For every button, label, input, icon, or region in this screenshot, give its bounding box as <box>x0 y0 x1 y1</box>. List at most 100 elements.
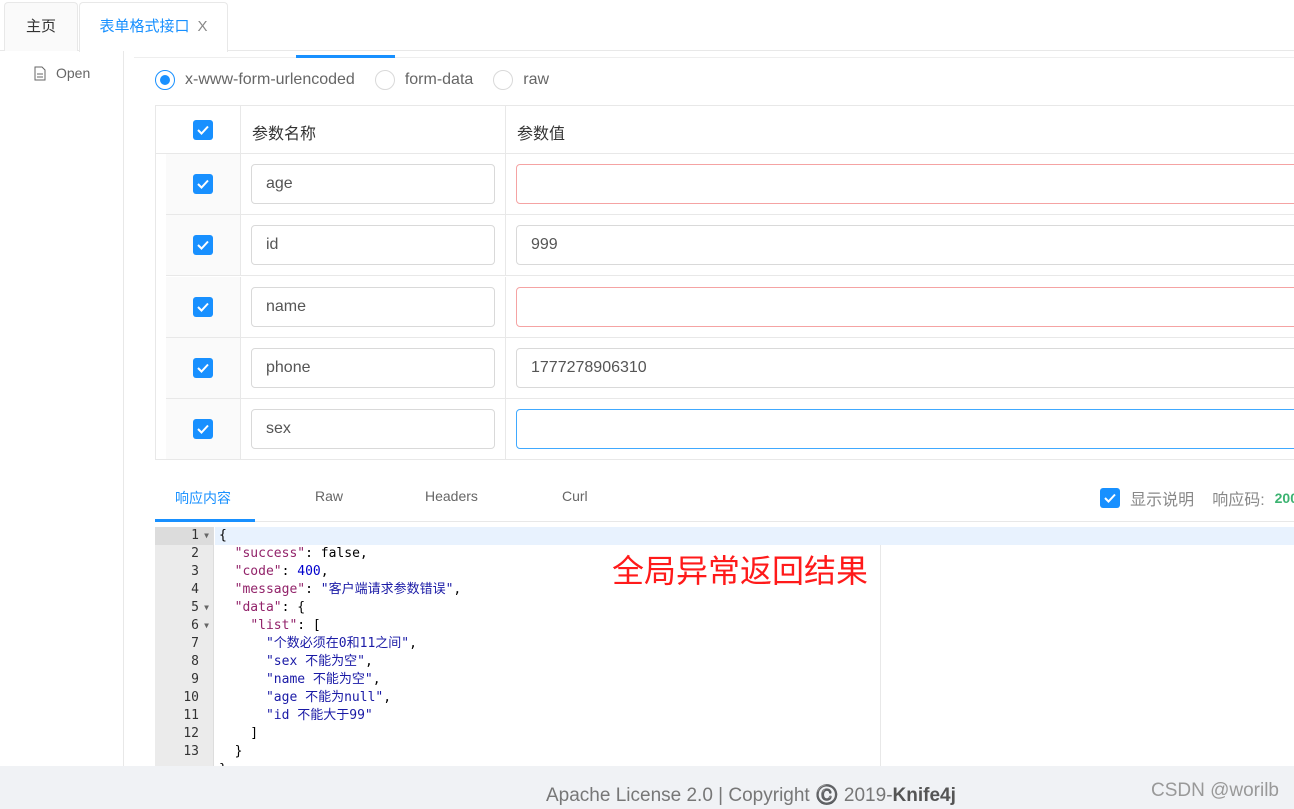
active-tab-underline <box>155 519 255 522</box>
line-number: 9 <box>191 672 199 687</box>
table-row: id 999 <box>166 215 1294 277</box>
code-line: "id 不能大于99" <box>265 708 373 723</box>
fold-arrow-icon[interactable]: ▼ <box>204 599 209 617</box>
code-line: "data": { <box>234 600 306 615</box>
line-number: 13 <box>183 744 199 759</box>
sidebar-item-open[interactable]: Open <box>34 65 90 81</box>
param-value-input[interactable]: 999 <box>516 225 1294 266</box>
header-check-cell <box>166 106 241 153</box>
tab-response-content[interactable]: 响应内容 <box>175 488 231 508</box>
table-row: sex <box>166 399 1294 461</box>
show-desc-label: 显示说明 <box>1130 492 1195 509</box>
param-value-input[interactable] <box>516 286 1294 327</box>
param-name-input[interactable]: id <box>251 225 495 266</box>
check-cell <box>166 276 241 337</box>
name-cell: name <box>241 276 506 337</box>
line-number: 7 <box>191 636 199 651</box>
fold-arrow-icon[interactable]: ▼ <box>204 617 209 635</box>
header-value: 参数值 <box>506 106 1294 153</box>
name-cell: id <box>241 215 506 276</box>
param-value-input[interactable] <box>516 409 1294 450</box>
body-type-radio-group: x-www-form-urlencoded form-data raw <box>155 70 549 90</box>
row-checkbox[interactable] <box>193 357 213 378</box>
value-cell: 1777278906310 <box>506 338 1294 398</box>
show-desc-checkbox[interactable] <box>1100 488 1121 508</box>
name-cell: age <box>241 154 506 214</box>
tab-curl[interactable]: Curl <box>562 488 588 504</box>
column-header: 参数名称 <box>252 126 317 143</box>
row-checkbox[interactable] <box>193 235 213 256</box>
check-icon <box>197 125 209 135</box>
param-value-input[interactable]: 1777278906310 <box>516 347 1294 388</box>
table-row: phone 1777278906310 <box>166 337 1294 399</box>
check-icon <box>197 425 209 435</box>
code-line: { <box>215 527 1294 545</box>
radio-circle[interactable] <box>493 70 514 90</box>
fold-arrow-icon[interactable]: ▼ <box>204 527 209 545</box>
param-name-input[interactable]: age <box>251 164 495 204</box>
line-number: 12 <box>183 726 199 741</box>
code-line: ] <box>219 726 259 741</box>
name-cell: phone <box>241 337 506 398</box>
sidebar-item-label: Open <box>56 65 91 81</box>
radio-circle[interactable] <box>374 70 395 90</box>
check-icon <box>197 179 209 189</box>
code-line: "name 不能为空", <box>265 672 381 687</box>
tab-label: 表单格式接口 <box>99 18 190 35</box>
param-value-input[interactable] <box>516 164 1294 204</box>
line-number: 3 <box>191 564 199 579</box>
active-section-indicator <box>296 55 395 58</box>
line-number: 10 <box>183 690 199 705</box>
line-number: 1 ▼ <box>155 527 213 545</box>
row-checkbox[interactable] <box>193 419 213 440</box>
param-name-input[interactable]: phone <box>251 347 495 388</box>
select-all-checkbox[interactable] <box>193 120 213 140</box>
radio-form-data[interactable]: form-data <box>374 70 474 90</box>
file-icon <box>34 66 46 80</box>
close-icon[interactable]: X <box>198 18 208 35</box>
row-checkbox[interactable] <box>193 174 213 194</box>
tab-raw[interactable]: Raw <box>315 488 343 504</box>
line-gutter: 1 ▼ 2 3 4 5 ▼ 6 ▼ 7 8 9 10 11 12 13 <box>155 527 214 766</box>
tab-home[interactable]: 主页 <box>4 2 78 51</box>
code-line: "sex 不能为空", <box>265 654 373 669</box>
radio-circle[interactable] <box>155 70 175 90</box>
check-icon <box>197 241 209 251</box>
line-number: 5 ▼ <box>191 599 209 617</box>
value-cell <box>506 154 1294 214</box>
check-cell <box>166 154 241 214</box>
line-number: 2 <box>191 546 199 561</box>
tab-label: 主页 <box>25 18 56 35</box>
footer: Apache License 2.0 | Copyright ©️ 2019-K… <box>0 766 1294 809</box>
table-header: 参数名称 参数值 <box>156 106 1294 154</box>
name-cell: sex <box>241 399 506 460</box>
tab-headers[interactable]: Headers <box>425 488 478 504</box>
header-name: 参数名称 <box>241 106 506 153</box>
radio-label: raw <box>523 71 550 88</box>
radio-raw[interactable]: raw <box>493 70 549 90</box>
license-text: Apache License 2.0 | Copyright ©️ 2019-K… <box>546 785 956 806</box>
radio-label: x-www-form-urlencoded <box>185 71 355 88</box>
check-cell <box>166 215 241 276</box>
check-icon <box>1104 493 1116 503</box>
tab-form-api[interactable]: 表单格式接口 X <box>79 2 228 52</box>
radio-urlencoded[interactable]: x-www-form-urlencoded <box>155 70 355 90</box>
line-number: 6 ▼ <box>191 617 209 635</box>
brand-link[interactable]: Knife4j <box>893 785 956 806</box>
value-cell <box>506 399 1294 459</box>
param-name-input[interactable]: name <box>251 286 495 327</box>
check-cell <box>166 399 241 460</box>
table-row: name <box>166 276 1294 338</box>
line-number: 11 <box>183 708 199 723</box>
sidebar: Open <box>0 51 124 766</box>
row-checkbox[interactable] <box>193 296 213 317</box>
response-meta: 显示说明 响应码: 200 <box>1100 486 1294 510</box>
param-name-input[interactable]: sex <box>251 409 495 450</box>
code-line: "个数必须在0和11之间", <box>265 636 417 651</box>
tab-bar: 主页 表单格式接口 X <box>0 0 1294 52</box>
code-line: "age 不能为null", <box>265 690 392 705</box>
check-icon <box>197 363 209 373</box>
check-cell <box>166 337 241 398</box>
radio-label: form-data <box>404 71 474 88</box>
column-header: 参数值 <box>517 126 566 143</box>
